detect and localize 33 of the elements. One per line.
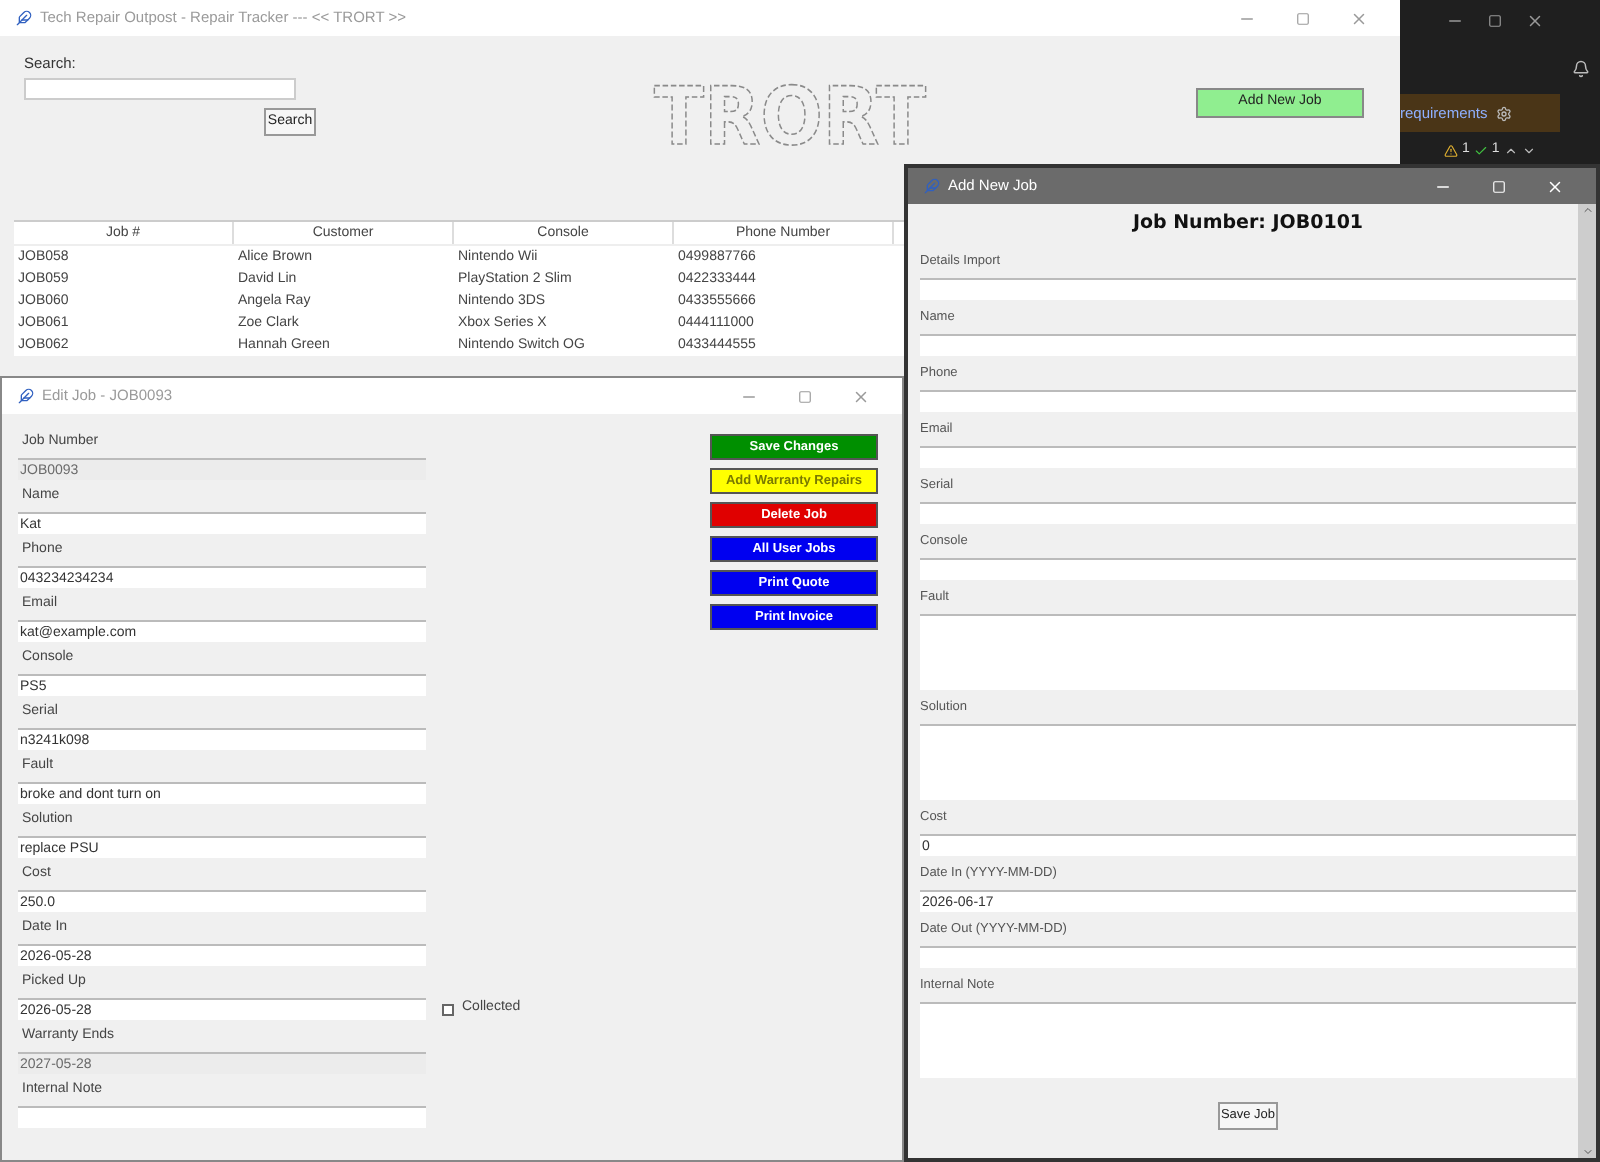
job-number-heading: Job Number: JOB0101	[1130, 210, 1366, 238]
scrollbar[interactable]	[1578, 204, 1596, 1158]
scroll-down-icon[interactable]	[1581, 1146, 1593, 1158]
close-icon[interactable]	[852, 387, 870, 405]
search-field[interactable]	[24, 78, 296, 101]
text-field[interactable]	[920, 946, 1576, 969]
ascii-logo: TRORT	[640, 64, 940, 156]
close-icon[interactable]	[1350, 9, 1368, 27]
check-icon	[1473, 143, 1488, 158]
text-area[interactable]	[920, 724, 1576, 801]
text-field[interactable]	[920, 390, 1576, 413]
chevron-up-icon[interactable]	[1503, 143, 1518, 158]
text-field[interactable]	[920, 278, 1576, 301]
maximize-icon[interactable]	[798, 389, 812, 403]
text-area[interactable]	[920, 1002, 1576, 1079]
bell-icon[interactable]	[1571, 60, 1589, 78]
text-field[interactable]	[920, 558, 1576, 581]
text-field[interactable]	[18, 1106, 426, 1128]
maximize-icon[interactable]	[1296, 11, 1310, 25]
text-field[interactable]	[920, 446, 1576, 469]
gear-icon[interactable]	[1495, 105, 1512, 121]
maximize-icon[interactable]	[1488, 13, 1502, 27]
chevron-down-icon[interactable]	[1521, 143, 1536, 158]
warning-icon	[1444, 143, 1458, 158]
feather-icon	[924, 178, 940, 194]
feather-icon	[16, 10, 32, 26]
text-field[interactable]	[920, 334, 1576, 357]
checkbox[interactable]	[442, 1003, 454, 1015]
text-area[interactable]	[920, 614, 1576, 691]
close-icon[interactable]	[1526, 11, 1544, 29]
scroll-up-icon[interactable]	[1581, 204, 1593, 216]
feather-icon	[18, 388, 34, 404]
text-field[interactable]	[920, 502, 1576, 525]
